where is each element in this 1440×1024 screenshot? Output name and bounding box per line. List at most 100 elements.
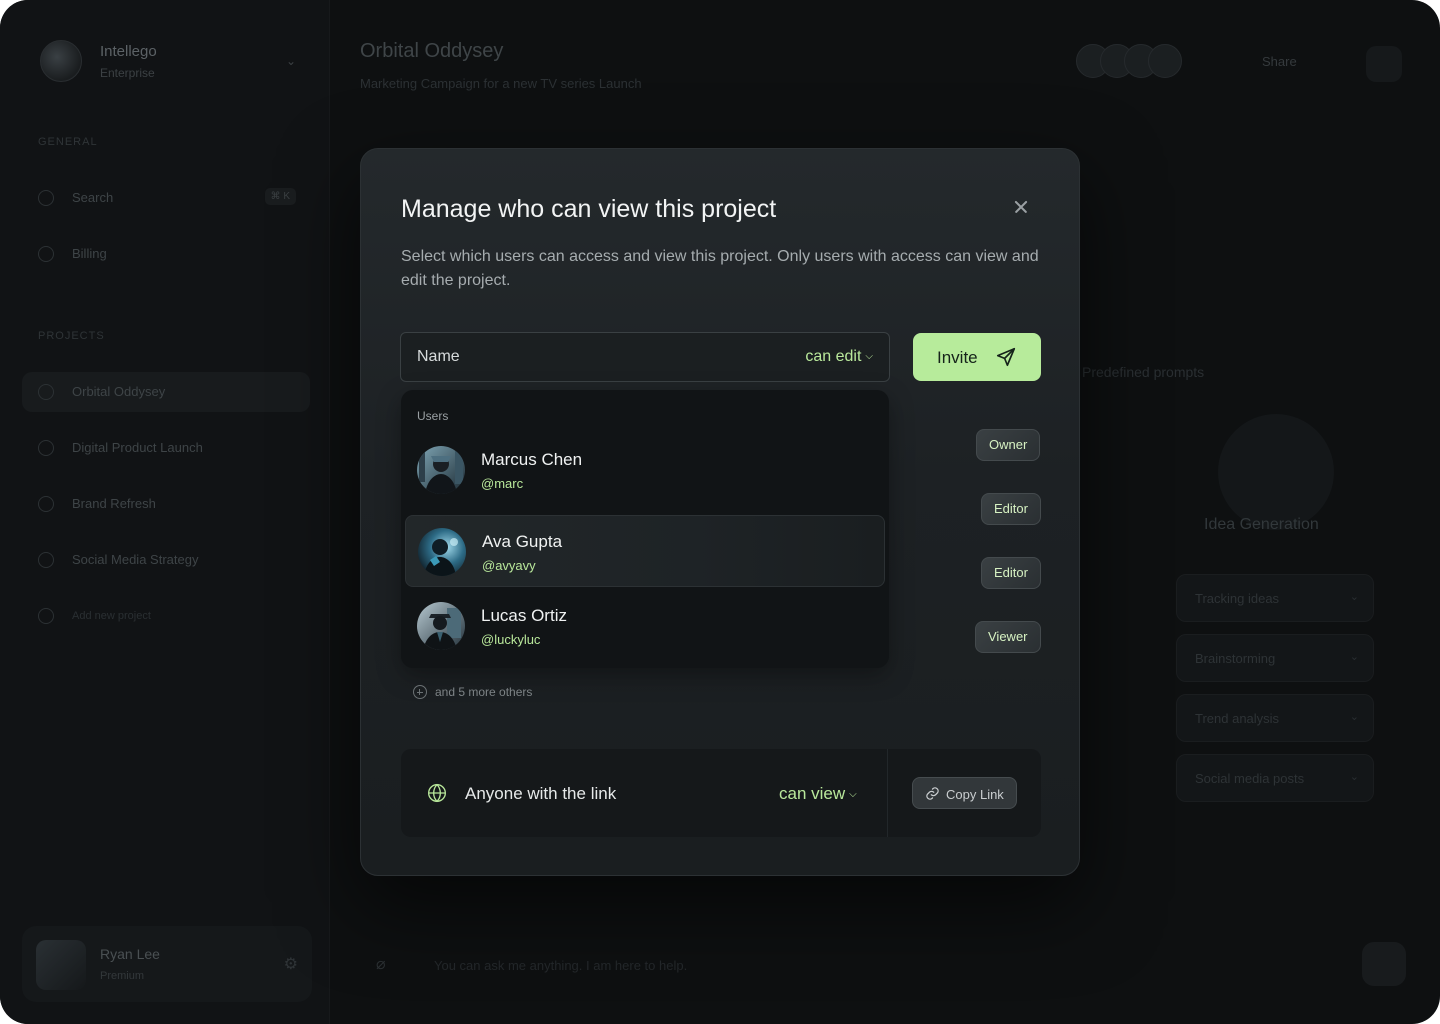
user-plan: Premium [100,970,145,982]
current-user-card[interactable]: Ryan Lee Premium ⚙ [22,926,312,1002]
more-others-label: and 5 more others [435,685,533,699]
permission-value: can edit [805,348,862,365]
close-icon[interactable] [1009,195,1033,219]
sidebar-item-billing[interactable]: Billing [22,234,310,274]
predefined-prompts-label: Predefined prompts [1082,364,1205,380]
link-access-label: Anyone with the link [465,784,617,803]
project-icon [38,384,54,400]
chevron-down-icon: ⌄ [1349,651,1359,663]
users-label: Users [417,409,449,423]
workspace-switcher[interactable]: Intellego Enterprise ⌄ [40,40,300,84]
page-title: Orbital Oddysey [360,40,504,62]
link-permission-dropdown[interactable]: can view ⌵ [779,784,857,804]
invite-button[interactable]: Invite [913,333,1041,381]
avatar [418,528,466,576]
general-section-label: GENERAL [38,136,98,148]
prompt-label: Trend analysis [1195,711,1280,726]
role-badge-editor[interactable]: Editor [981,493,1041,525]
plus-circle-icon [413,685,427,699]
send-icon [996,347,1016,367]
sidebar-item-label: Brand Refresh [72,496,156,511]
prompt-item[interactable]: Brainstorming ⌄ [1176,634,1374,682]
user-name: Marcus Chen [481,450,583,469]
shortcut-badge: ⌘ K [264,188,296,205]
sidebar-project-digital-product-launch[interactable]: Digital Product Launch [22,428,310,468]
sidebar-item-label: Orbital Oddysey [72,384,166,399]
chevron-down-icon: ⌄ [285,54,296,68]
attach-icon[interactable]: ⌀ [376,954,386,974]
sidebar-item-label: Add new project [72,610,151,622]
avatar [36,940,86,990]
app-window: Intellego Enterprise ⌄ GENERAL Search ⌘ … [0,0,1440,1024]
prompt-label: Tracking ideas [1195,591,1280,606]
prompt-item[interactable]: Trend analysis ⌄ [1176,694,1374,742]
sidebar-item-search[interactable]: Search ⌘ K [22,178,310,218]
project-icon [38,440,54,456]
prompt-item[interactable]: Social media posts ⌄ [1176,754,1374,802]
chevron-down-icon: ⌄ [1349,771,1359,783]
globe-icon [428,783,446,803]
workspace-avatar [40,40,82,82]
prompt-label: Brainstorming [1195,651,1276,666]
sidebar-item-label: Search [72,190,114,205]
sidebar-item-label: Social Media Strategy [72,552,199,567]
dialog-description: Select which users can access and view t… [401,248,1039,289]
workspace-subtitle: Enterprise [100,66,155,80]
idea-icon [1218,414,1334,530]
invite-label: Invite [937,348,978,367]
collaborator-avatars[interactable] [1076,44,1196,80]
role-badge-viewer[interactable]: Viewer [975,621,1041,653]
edit-icon[interactable] [1366,46,1402,82]
project-icon [38,496,54,512]
invite-name-field: can edit⌵ [400,332,890,382]
role-badge-owner[interactable]: Owner [976,429,1041,461]
users-dropdown: Users Marcus Chen @marc Ava Gupta @avyav… [401,390,889,668]
user-name: Ava Gupta [482,532,563,551]
projects-section-label: PROJECTS [38,330,105,342]
gear-icon[interactable]: ⚙ [284,954,298,974]
sidebar-item-label: Billing [72,246,107,261]
search-icon [38,190,54,206]
prompt-item[interactable]: Tracking ideas ⌄ [1176,574,1374,622]
dialog-title: Manage who can view this project [401,195,777,223]
user-handle: @luckyluc [481,632,541,647]
chevron-down-icon: ⌵ [865,351,873,362]
chevron-down-icon: ⌄ [1349,711,1359,723]
sidebar-item-label: Digital Product Launch [72,440,203,455]
name-input[interactable] [417,345,777,369]
share-button[interactable]: Share [1262,54,1297,69]
permission-dropdown[interactable]: can edit ⌵ [805,348,873,366]
idea-title: Idea Generation [1204,516,1319,533]
page-subtitle: Marketing Campaign for a new TV series L… [360,76,642,91]
role-badge-editor[interactable]: Editor [981,557,1041,589]
link-icon [926,787,939,800]
chat-composer: ⌀ You can ask me anything. I am here to … [360,940,1410,992]
user-option-marcus[interactable]: Marcus Chen @marc [405,434,885,506]
copy-link-button[interactable]: Copy Link [912,777,1017,809]
send-button[interactable] [1362,942,1406,986]
workspace-name: Intellego [100,43,157,60]
user-name: Lucas Ortiz [481,606,567,625]
prompt-label: Social media posts [1195,771,1305,786]
sidebar-project-orbital-oddysey[interactable]: Orbital Oddysey [22,372,310,412]
plus-icon [38,608,54,624]
user-handle: @avyavy [482,558,536,573]
avatar [417,446,465,494]
copy-link-label: Copy Link [946,787,1004,802]
project-icon [38,552,54,568]
chevron-down-icon: ⌵ [849,789,857,800]
share-dialog: Manage who can view this project Select … [360,148,1080,876]
billing-icon [38,246,54,262]
avatar [417,602,465,650]
sidebar: Intellego Enterprise ⌄ GENERAL Search ⌘ … [0,0,330,1024]
sidebar-project-social-media-strategy[interactable]: Social Media Strategy [22,540,310,580]
divider [887,749,888,837]
link-access-section: Anyone with the link can view ⌵ Copy Link [401,749,1041,837]
sidebar-project-brand-refresh[interactable]: Brand Refresh [22,484,310,524]
user-option-lucas[interactable]: Lucas Ortiz @luckyluc [405,590,885,662]
add-project-button[interactable]: Add new project [22,596,310,636]
user-option-ava[interactable]: Ava Gupta @avyavy [405,515,885,587]
composer-input[interactable]: You can ask me anything. I am here to he… [434,958,687,973]
link-permission-value: can view [779,784,846,803]
user-name: Ryan Lee [100,946,160,962]
